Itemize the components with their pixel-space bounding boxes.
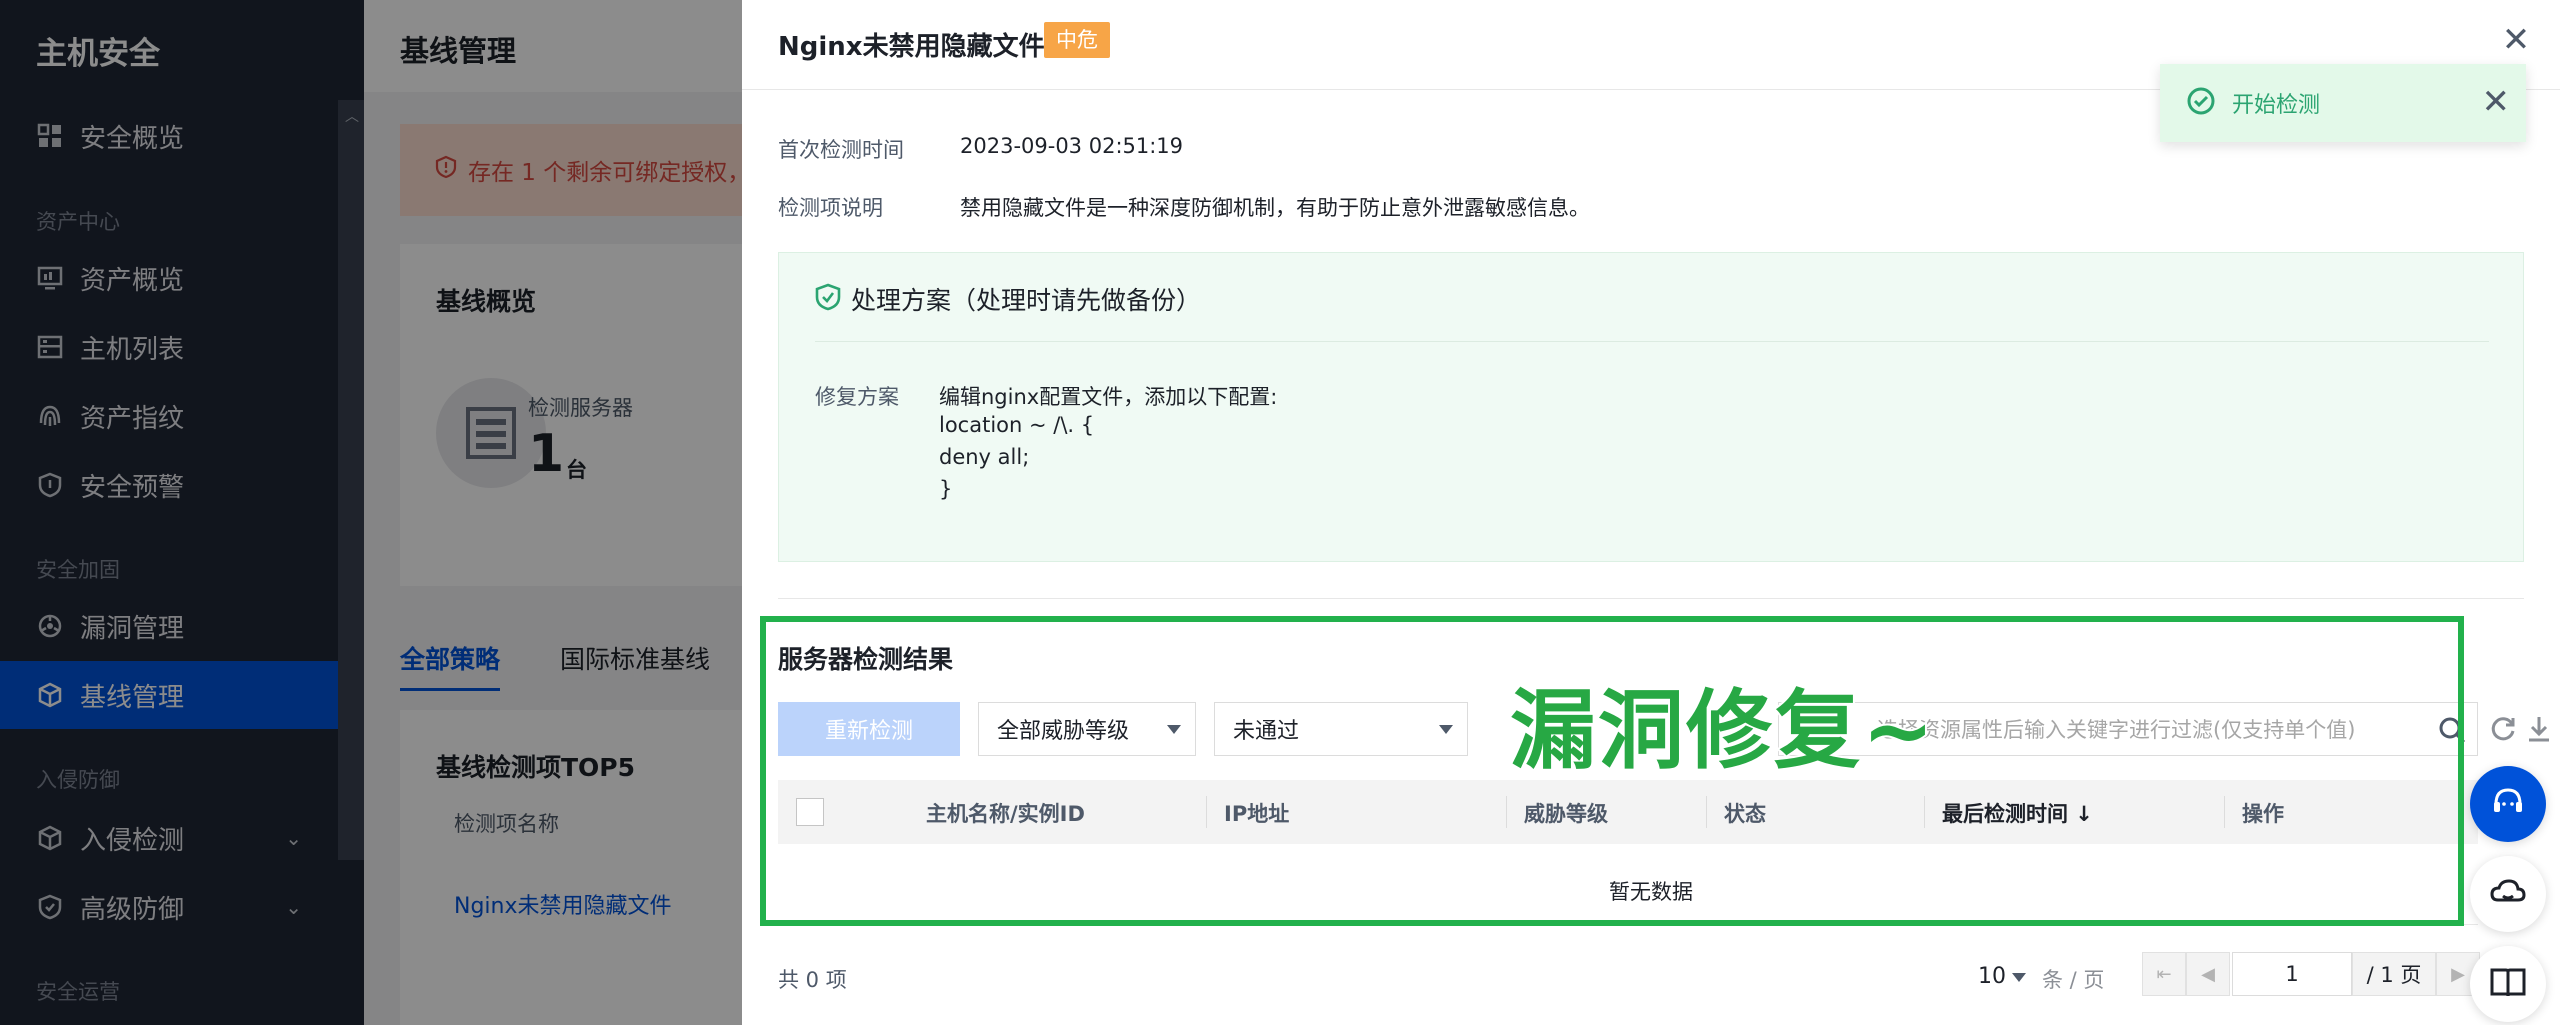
caret-down-icon [2012, 972, 2026, 982]
refresh-icon[interactable] [2488, 714, 2518, 744]
cloud-icon [2488, 872, 2528, 916]
fix-divider [815, 341, 2489, 342]
page-size-value: 10 [1978, 964, 2006, 989]
close-icon[interactable]: ✕ [2482, 82, 2511, 122]
page-total: / 1 页 [2352, 952, 2436, 996]
section-divider [778, 598, 2524, 599]
first-check-label: 首次检测时间 [778, 138, 904, 162]
cloud-button[interactable] [2470, 856, 2546, 932]
first-check-value: 2023-09-03 02:51:19 [960, 134, 1184, 158]
risk-level-badge: 中危 [1044, 22, 1110, 58]
fix-line: 编辑nginx配置文件，添加以下配置: [939, 385, 1278, 409]
toast-text: 开始检测 [2232, 93, 2321, 118]
detail-drawer: Nginx未禁用隐藏文件 中危 ✕ 首次检测时间 2023-09-03 02:5… [742, 0, 2560, 1025]
close-icon[interactable]: ✕ [2498, 22, 2534, 58]
prev-page-button[interactable]: ◀ [2186, 952, 2230, 996]
drawer-title: Nginx未禁用隐藏文件 [778, 32, 1045, 62]
fix-label: 修复方案 [815, 385, 899, 409]
fix-line: location ~ /\. { [939, 413, 1095, 437]
toast-notification: 开始检测 ✕ [2160, 64, 2526, 142]
description-value: 禁用隐藏文件是一种深度防御机制，有助于防止意外泄露敏感信息。 [960, 196, 1590, 220]
annotation-overlay-text: 漏洞修复~ [1508, 679, 1937, 783]
download-icon[interactable] [2524, 714, 2554, 744]
first-page-button[interactable]: ⇤ [2142, 952, 2186, 996]
modal-mask[interactable] [0, 0, 742, 1025]
fix-line: deny all; [939, 445, 1030, 469]
description-label: 检测项说明 [778, 196, 883, 220]
customer-service-button[interactable] [2470, 766, 2546, 842]
fix-solution-box: 处理方案（处理时请先做备份） 修复方案 编辑nginx配置文件，添加以下配置: … [778, 252, 2524, 562]
page-size-select[interactable]: 10 [1978, 964, 2026, 989]
fix-line: } [939, 477, 953, 501]
total-count: 共 0 项 [778, 968, 847, 992]
shield-check-icon [815, 283, 841, 311]
book-icon [2488, 962, 2528, 1006]
docs-button[interactable] [2470, 946, 2546, 1022]
headset-icon [2488, 782, 2528, 826]
fix-title: 处理方案（处理时请先做备份） [851, 286, 1202, 315]
page-size-unit: 条 / 页 [2042, 968, 2105, 992]
page-number-input[interactable]: 1 [2232, 952, 2352, 996]
success-check-icon [2186, 86, 2216, 120]
